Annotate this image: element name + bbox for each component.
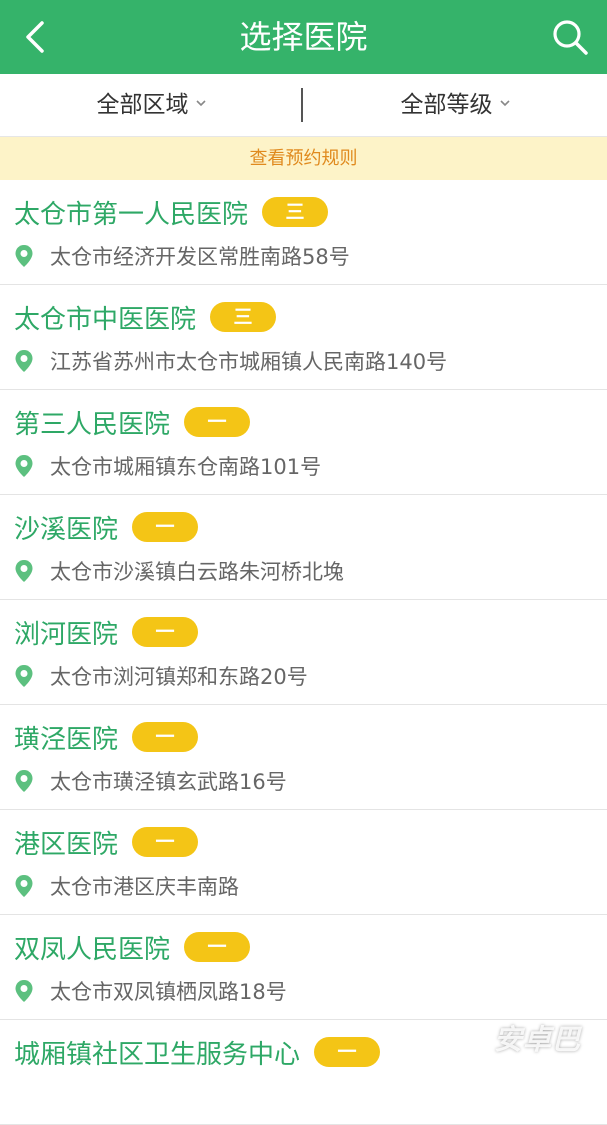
area-filter-dropdown[interactable]: 全部区域 — [0, 74, 303, 136]
hospital-address: 太仓市浏河镇郑和东路20号 — [50, 665, 308, 689]
level-filter-dropdown[interactable]: 全部等级 — [304, 74, 607, 136]
page-title: 选择医院 — [239, 18, 368, 56]
hospital-address-row: 太仓市浏河镇郑和东路20号 — [14, 660, 308, 692]
hospital-level-badge: 三 — [210, 302, 277, 332]
location-pin-icon — [15, 560, 33, 582]
hospital-name-row: 太仓市中医医院三 — [14, 299, 277, 335]
hospital-level-badge: 一 — [132, 617, 199, 647]
hospital-address-row: 江苏省苏州市太仓市城厢镇人民南路140号 — [14, 345, 447, 377]
chevron-down-icon — [195, 100, 206, 107]
hospital-name-row: 第三人民医院一 — [14, 404, 251, 440]
hospital-list-item[interactable]: 太仓市第一人民医院三太仓市经济开发区常胜南路58号 — [0, 180, 607, 285]
hospital-level-badge: 一 — [132, 827, 199, 857]
hospital-level-badge: 一 — [184, 407, 251, 437]
booking-rules-link[interactable]: 查看预约规则 — [0, 137, 607, 180]
app-bar: 选择医院 — [0, 0, 607, 74]
hospital-name: 双凤人民医院 — [14, 934, 171, 965]
hospital-level-badge: 一 — [132, 512, 199, 542]
chevron-down-icon — [499, 100, 510, 107]
hospital-name: 璜泾医院 — [14, 724, 119, 755]
hospital-list-item[interactable]: 璜泾医院一太仓市璜泾镇玄武路16号 — [0, 705, 607, 810]
hospital-name: 太仓市第一人民医院 — [14, 199, 249, 230]
hospital-name: 第三人民医院 — [14, 409, 171, 440]
hospital-name: 太仓市中医医院 — [14, 304, 197, 335]
hospital-level-badge: 三 — [262, 197, 329, 227]
level-filter-label: 全部等级 — [400, 92, 493, 118]
location-pin-icon — [15, 980, 33, 1002]
hospital-list-item[interactable]: 第三人民医院一太仓市城厢镇东仓南路101号 — [0, 390, 607, 495]
hospital-list: 太仓市第一人民医院三太仓市经济开发区常胜南路58号 太仓市中医医院三江苏省苏州市太… — [0, 180, 607, 1125]
hospital-level-badge: 一 — [132, 722, 199, 752]
hospital-list-item[interactable]: 港区医院一太仓市港区庆丰南路 — [0, 810, 607, 915]
hospital-address-row: 太仓市城厢镇东仓南路101号 — [14, 450, 321, 482]
hospital-address: 太仓市璜泾镇玄武路16号 — [50, 770, 287, 794]
location-pin-icon — [15, 770, 33, 792]
hospital-name-row: 太仓市第一人民医院三 — [14, 194, 329, 230]
hospital-address-row: 太仓市港区庆丰南路 — [14, 870, 239, 902]
hospital-address: 太仓市城厢镇东仓南路101号 — [50, 455, 322, 479]
location-pin-icon — [15, 875, 33, 897]
filter-bar: 全部区域 全部等级 — [0, 74, 607, 137]
hospital-list-item[interactable]: 浏河医院一太仓市浏河镇郑和东路20号 — [0, 600, 607, 705]
hospital-address-row: 太仓市经济开发区常胜南路58号 — [14, 240, 350, 272]
hospital-level-badge: 一 — [184, 932, 251, 962]
location-pin-icon — [15, 245, 33, 267]
hospital-list-item[interactable]: 双凤人民医院一太仓市双凤镇栖凤路18号 — [0, 915, 607, 1020]
location-pin-icon — [15, 455, 33, 477]
hospital-address: 太仓市港区庆丰南路 — [50, 875, 239, 899]
hospital-address: 太仓市经济开发区常胜南路58号 — [50, 245, 350, 269]
hospital-name: 城厢镇社区卫生服务中心 — [14, 1039, 301, 1070]
filter-divider — [301, 88, 303, 122]
hospital-address-row: 太仓市沙溪镇白云路朱河桥北堍 — [14, 555, 344, 587]
area-filter-label: 全部区域 — [96, 92, 189, 118]
hospital-name-row: 沙溪医院一 — [14, 509, 199, 545]
hospital-name: 港区医院 — [14, 829, 119, 860]
hospital-name: 浏河医院 — [14, 619, 119, 650]
hospital-address: 太仓市双凤镇栖凤路18号 — [50, 980, 287, 1004]
hospital-name-row: 城厢镇社区卫生服务中心一 — [14, 1034, 381, 1070]
hospital-address: 江苏省苏州市太仓市城厢镇人民南路140号 — [50, 350, 448, 374]
hospital-name: 沙溪医院 — [14, 514, 119, 545]
hospital-name-row: 璜泾医院一 — [14, 719, 199, 755]
hospital-address: 太仓市沙溪镇白云路朱河桥北堍 — [50, 560, 344, 584]
watermark-logo: 安卓巴 — [493, 1023, 581, 1056]
location-pin-icon — [15, 665, 33, 687]
hospital-address-row: 太仓市双凤镇栖凤路18号 — [14, 975, 287, 1007]
hospital-level-badge: 一 — [314, 1037, 381, 1067]
hospital-address-row: 太仓市璜泾镇玄武路16号 — [14, 765, 287, 797]
hospital-list-item[interactable]: 沙溪医院一太仓市沙溪镇白云路朱河桥北堍 — [0, 495, 607, 600]
search-icon[interactable] — [549, 16, 591, 58]
location-pin-icon — [15, 350, 33, 372]
hospital-name-row: 浏河医院一 — [14, 614, 199, 650]
hospital-name-row: 双凤人民医院一 — [14, 929, 251, 965]
hospital-name-row: 港区医院一 — [14, 824, 199, 860]
hospital-list-item[interactable]: 太仓市中医医院三江苏省苏州市太仓市城厢镇人民南路140号 — [0, 285, 607, 390]
